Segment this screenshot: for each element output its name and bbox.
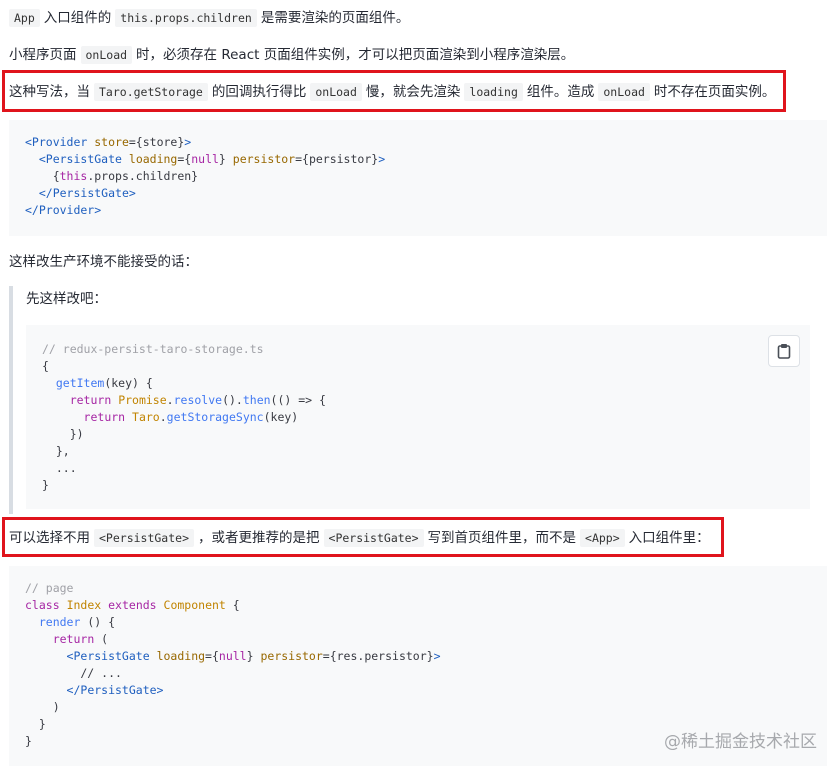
inline-code-onload: onLoad <box>598 83 650 101</box>
paragraph-text: 这种写法，当 <box>9 84 90 100</box>
code-block-redux-persist: // redux-persist-taro-storage.ts { getIt… <box>26 325 810 509</box>
paragraph-text: 慢，就会先渲染 <box>365 84 461 100</box>
paragraph-text: 写到首页组件里，而不是 <box>427 530 577 546</box>
paragraph-text: 入口组件的 <box>43 10 112 26</box>
inline-code-onload: onLoad <box>80 46 133 64</box>
blockquote-text: 先这样改吧： <box>26 289 107 309</box>
clipboard-icon <box>777 344 791 359</box>
blockquote-bar <box>9 286 13 514</box>
paragraph-text: 时不存在页面实例。 <box>653 84 776 100</box>
watermark: @稀土掘金技术社区 <box>664 732 817 752</box>
paragraph-text: 时，必须存在 React 页面组件实例，才可以把页面渲染到小程序渲染层。 <box>136 47 575 63</box>
paragraph-text: ，或者更推荐的是把 <box>198 530 320 546</box>
paragraph-3: 这种写法，当 Taro.getStorage 的回调执行得比 onLoad 慢，就会先渲… <box>9 82 775 102</box>
paragraph-text: 入口组件里： <box>628 530 710 546</box>
paragraph-text: 是需要渲染的页面组件。 <box>260 10 410 26</box>
paragraph-5: 可以选择不用 <PersistGate> ，或者更推荐的是把 <PersistGate… <box>9 528 710 548</box>
paragraph-text: 这样改生产环境不能接受的话： <box>9 254 198 270</box>
inline-code-taro-getstorage: Taro.getStorage <box>94 83 208 101</box>
inline-code-persistgate: <PersistGate> <box>94 529 195 547</box>
blockquote-label: 先这样改吧： <box>26 291 107 307</box>
paragraph-2: 小程序页面 onLoad 时，必须存在 React 页面组件实例，才可以把页面渲染到… <box>9 45 574 65</box>
copy-code-button[interactable] <box>768 335 800 367</box>
code-content: <Provider store={store}> <PersistGate lo… <box>25 135 386 217</box>
paragraph-text: 小程序页面 <box>9 47 77 63</box>
paragraph-text: 可以选择不用 <box>9 530 90 546</box>
code-content: // page class Index extends Component { … <box>25 581 441 748</box>
inline-code-app: <App> <box>580 529 625 547</box>
inline-code-persistgate: <PersistGate> <box>323 529 424 547</box>
paragraph-text: 组件。造成 <box>526 84 595 100</box>
paragraph-4: 这样改生产环境不能接受的话： <box>9 252 198 272</box>
inline-code-loading: loading <box>464 83 523 101</box>
code-content: // redux-persist-taro-storage.ts { getIt… <box>42 342 326 492</box>
inline-code-props-children: this.props.children <box>115 9 257 27</box>
code-block-provider: <Provider store={store}> <PersistGate lo… <box>9 120 827 236</box>
inline-code-app: App <box>9 9 40 27</box>
inline-code-onload: onLoad <box>310 83 362 101</box>
paragraph-text: 的回调执行得比 <box>211 84 307 100</box>
paragraph-1: App 入口组件的 this.props.children 是需要渲染的页面组件。 <box>9 8 409 28</box>
